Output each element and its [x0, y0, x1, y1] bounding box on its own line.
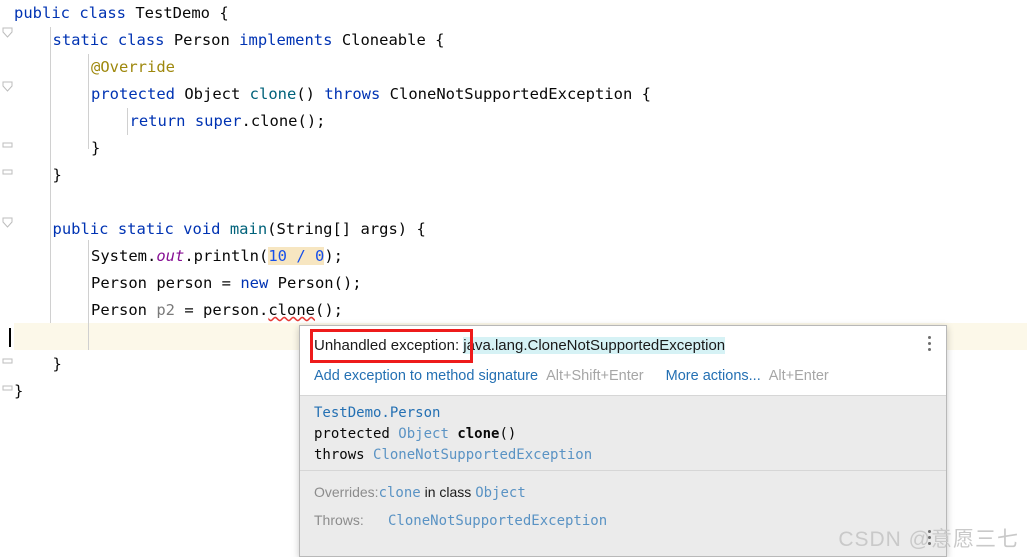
code-token: static — [117, 220, 184, 238]
add-exception-to-signature-action[interactable]: Add exception to method signature — [314, 368, 538, 384]
fold-marker-icon[interactable] — [2, 163, 13, 175]
code-token: } — [52, 166, 62, 184]
exception-message: Unhandled exception: java.lang.CloneNotS… — [314, 334, 726, 358]
overrides-class[interactable]: Object — [475, 485, 526, 501]
code-line: @Override — [14, 54, 175, 81]
exception-prefix: Unhandled exception: — [314, 337, 464, 354]
code-token: Person(); — [277, 274, 362, 292]
code-line: protected Object clone() throws CloneNot… — [14, 81, 651, 108]
code-token: (String[] args) { — [267, 220, 426, 238]
code-line: } — [14, 162, 62, 189]
throws-exception[interactable]: CloneNotSupportedException — [388, 513, 607, 529]
code-token: TestDemo — [135, 4, 210, 22]
code-token: void — [183, 220, 230, 238]
text-caret — [9, 328, 11, 347]
doc-modifier: protected — [314, 426, 399, 442]
code-line: public class TestDemo { — [14, 0, 229, 27]
code-token: implements — [239, 31, 342, 49]
code-token: } — [91, 139, 101, 157]
code-token: static — [52, 31, 118, 49]
code-line: } — [14, 351, 62, 378]
code-token: class — [117, 31, 174, 49]
code-token: CloneNotSupportedException — [389, 85, 633, 103]
code-token: .println( — [184, 247, 269, 265]
code-line: System.out.println(10 / 0); — [14, 243, 343, 270]
code-token: throws — [324, 85, 390, 103]
code-line: } — [14, 378, 23, 405]
overrides-connector: in class — [420, 484, 476, 500]
code-token: } — [52, 355, 62, 373]
code-token: Person — [91, 301, 157, 319]
fold-marker-icon[interactable] — [2, 27, 13, 39]
code-token: new — [240, 274, 278, 292]
code-token: super — [194, 112, 242, 130]
code-token: clone — [249, 85, 297, 103]
highlighted-expression: 10 / 0 — [268, 247, 325, 265]
code-token: protected — [91, 85, 185, 103]
overrides-label: Overrides: — [314, 484, 379, 500]
code-line: return super.clone(); — [14, 108, 326, 135]
code-line: Person person = new Person(); — [14, 270, 362, 297]
fold-marker-icon[interactable] — [2, 379, 13, 391]
code-token: Person person = — [91, 274, 241, 292]
code-token: return — [129, 112, 195, 130]
doc-return-type: Object — [398, 426, 458, 442]
code-token: ); — [324, 247, 343, 265]
code-token: { — [632, 85, 651, 103]
doc-owner-class: TestDemo.Person — [314, 405, 441, 421]
code-line: static class Person implements Cloneable… — [14, 27, 445, 54]
code-token: System. — [91, 247, 157, 265]
documentation-signature: TestDemo.Person protected Object clone()… — [300, 396, 946, 471]
fold-marker-icon[interactable] — [2, 136, 13, 148]
exception-type: java.lang.CloneNotSupportedException — [463, 337, 726, 354]
code-token: @Override — [91, 58, 175, 76]
code-token: p2 — [156, 301, 175, 319]
doc-method-params: () — [499, 426, 517, 442]
watermark: CSDN @意愿三七 — [838, 528, 1019, 551]
code-token: } — [14, 382, 24, 400]
throws-label: Throws: — [314, 512, 364, 528]
code-token: public — [52, 220, 118, 238]
fold-marker-icon[interactable] — [2, 217, 13, 229]
popup-header: Unhandled exception: java.lang.CloneNotS… — [300, 326, 946, 396]
add-exception-shortcut: Alt+Shift+Enter — [546, 368, 644, 384]
code-line: } — [14, 135, 100, 162]
doc-method-name: clone — [457, 426, 500, 442]
code-token: { — [209, 4, 229, 22]
code-token: public — [14, 4, 80, 22]
code-token: main — [229, 220, 268, 238]
code-token: (); — [315, 301, 343, 319]
fold-marker-icon[interactable] — [2, 352, 13, 364]
code-line: Person p2 = person.clone(); — [14, 297, 343, 324]
overrides-method[interactable]: clone — [379, 485, 421, 501]
code-token: Object — [184, 85, 250, 103]
code-token: class — [79, 4, 136, 22]
code-token: = person. — [175, 301, 269, 319]
code-token: { — [425, 31, 445, 49]
code-line: public static void main(String[] args) { — [14, 216, 426, 243]
error-token: clone — [268, 301, 315, 319]
code-token: .clone(); — [241, 112, 326, 130]
kebab-menu-icon[interactable] — [922, 336, 936, 356]
more-actions-shortcut: Alt+Enter — [768, 368, 829, 384]
code-token: Cloneable — [341, 31, 426, 49]
doc-throws-type: CloneNotSupportedException — [373, 447, 593, 463]
overrides-row: Overrides:clone in class Object — [314, 479, 932, 507]
doc-throws-keyword: throws — [314, 447, 374, 463]
code-token: out — [156, 247, 185, 265]
more-actions-button[interactable]: More actions... — [666, 368, 761, 384]
folding-gutter[interactable] — [0, 0, 14, 557]
code-token: () — [296, 85, 325, 103]
quick-fix-actions[interactable]: Add exception to method signature Alt+Shi… — [314, 363, 851, 389]
code-token: Person — [173, 31, 240, 49]
fold-marker-icon[interactable] — [2, 81, 13, 93]
